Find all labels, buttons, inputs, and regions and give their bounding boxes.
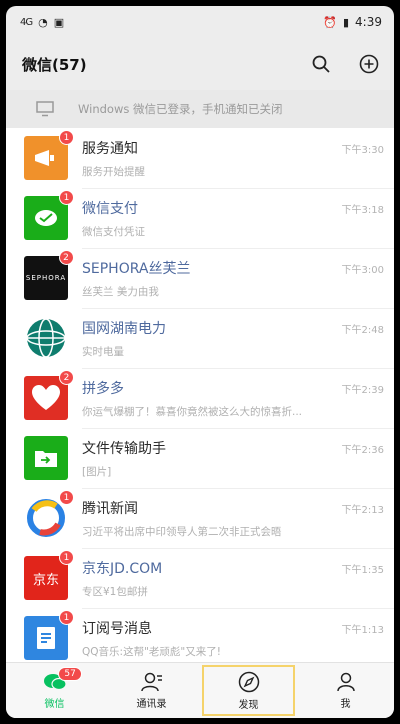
tab-label: 发现 xyxy=(238,699,259,711)
tab-contacts[interactable]: 通讯录 xyxy=(103,663,200,718)
chat-time: 下午3:00 xyxy=(341,264,384,276)
chat-row[interactable]: 国网湖南电力 下午2:48 实时电量 xyxy=(6,308,394,368)
unread-badge: 1 xyxy=(59,190,74,205)
sephora-logo: SEPHORA xyxy=(25,274,67,282)
login-notice[interactable]: Windows 微信已登录，手机通知已关闭 xyxy=(6,90,394,128)
chat-preview: 习近平将出席中印领导人第二次非正式会晤 xyxy=(82,525,282,538)
chat-preview: QQ音乐:这帮"老顽彪"又来了! xyxy=(82,645,221,658)
tab-chats[interactable]: 57 微信 xyxy=(6,663,103,718)
unread-badge: 2 xyxy=(59,250,74,265)
tab-label: 微信 xyxy=(44,698,65,710)
chat-name: 拼多多 xyxy=(82,380,124,397)
unread-badge: 2 xyxy=(59,370,74,385)
avatar xyxy=(24,436,68,480)
monitor-icon xyxy=(36,101,54,117)
phone-screen: 4G ◔ ▣ ⏰ ▮ 4:39 微信(57) Windows 微信已登录，手机通… xyxy=(6,6,394,718)
tencent-news-icon xyxy=(27,499,65,537)
chat-name: 服务通知 xyxy=(82,140,138,157)
chat-name: 腾讯新闻 xyxy=(82,500,138,517)
alarm-icon: ⏰ xyxy=(323,15,337,29)
chat-row[interactable]: 1 微信支付 下午3:18 微信支付凭证 xyxy=(6,188,394,248)
state-grid-logo-icon xyxy=(26,318,66,358)
notification-icon: ▣ xyxy=(53,15,65,29)
unread-badge: 1 xyxy=(59,490,74,505)
avatar: 1 xyxy=(24,490,74,540)
bottom-tab-bar: 57 微信 通讯录 发现 我 xyxy=(6,662,394,718)
tab-unread-badge: 57 xyxy=(58,667,82,681)
chat-row[interactable]: 京东 1 京东JD.COM 下午1:35 专区¥1包邮拼 xyxy=(6,548,394,608)
chat-row[interactable]: 2 拼多多 下午2:39 你运气爆棚了！慕喜你竟然被这么大的惊喜折... xyxy=(6,368,394,428)
wifi-icon: ◔ xyxy=(38,15,48,29)
compass-icon xyxy=(238,671,259,692)
chat-time: 下午3:18 xyxy=(341,204,384,216)
subscription-icon xyxy=(37,627,55,649)
avatar: 京东 1 xyxy=(24,550,74,600)
chat-preview: 服务开始提醒 xyxy=(82,165,145,178)
chat-list: 1 服务通知 下午3:30 服务开始提醒 1 微信支付 下午3:18 微信支付凭证 … xyxy=(6,128,394,668)
chat-name: 文件传输助手 xyxy=(82,440,166,457)
chat-row[interactable]: 1 服务通知 下午3:30 服务开始提醒 xyxy=(6,128,394,188)
plus-circle-icon xyxy=(359,54,379,74)
folder-transfer-icon xyxy=(35,451,57,467)
chat-name: 国网湖南电力 xyxy=(82,320,166,337)
chat-name: 微信支付 xyxy=(82,200,138,217)
avatar: 2 xyxy=(24,370,74,420)
status-time: 4:39 xyxy=(355,15,382,29)
add-button[interactable] xyxy=(358,53,380,75)
unread-badge: 1 xyxy=(59,130,74,145)
tab-label: 通讯录 xyxy=(136,698,167,710)
app-header: 微信(57) xyxy=(6,38,394,90)
chat-name: SEPHORA丝芙兰 xyxy=(82,260,191,277)
contacts-icon xyxy=(140,672,162,691)
wechat-pay-icon xyxy=(35,210,57,226)
chat-preview: [图片] xyxy=(82,465,112,478)
avatar: 1 xyxy=(24,190,74,240)
search-button[interactable] xyxy=(310,53,332,75)
chat-row[interactable]: SEPHORA 2 SEPHORA丝芙兰 下午3:00 丝芙兰 美力由我 xyxy=(6,248,394,308)
avatar: 1 xyxy=(24,610,74,660)
chat-row[interactable]: 1 订阅号消息 下午1:13 QQ音乐:这帮"老顽彪"又来了! xyxy=(6,608,394,668)
notice-text: Windows 微信已登录，手机通知已关闭 xyxy=(78,102,283,116)
chat-time: 下午2:13 xyxy=(341,504,384,516)
chat-preview: 微信支付凭证 xyxy=(82,225,145,238)
avatar xyxy=(24,316,68,360)
avatar: 1 xyxy=(24,130,74,180)
tab-label: 我 xyxy=(340,698,351,710)
chat-preview: 你运气爆棚了！慕喜你竟然被这么大的惊喜折... xyxy=(82,405,303,418)
chat-time: 下午2:36 xyxy=(341,444,384,456)
chat-row[interactable]: 文件传输助手 下午2:36 [图片] xyxy=(6,428,394,488)
signal-icon: 4G xyxy=(20,16,33,28)
chat-preview: 实时电量 xyxy=(82,345,124,358)
person-icon xyxy=(336,672,355,691)
unread-badge: 1 xyxy=(59,550,74,565)
tab-me[interactable]: 我 xyxy=(297,663,394,718)
chat-row[interactable]: 1 腾讯新闻 下午2:13 习近平将出席中印领导人第二次非正式会晤 xyxy=(6,488,394,548)
battery-icon: ▮ xyxy=(342,15,350,29)
chat-preview: 丝芙兰 美力由我 xyxy=(82,285,159,298)
status-bar: 4G ◔ ▣ ⏰ ▮ 4:39 xyxy=(6,6,394,38)
chat-name: 订阅号消息 xyxy=(82,620,152,637)
chat-time: 下午2:48 xyxy=(341,324,384,336)
chat-time: 下午1:35 xyxy=(341,564,384,576)
tab-discover[interactable]: 发现 xyxy=(200,663,297,718)
jd-logo: 京东 xyxy=(32,572,59,588)
page-title: 微信(57) xyxy=(22,55,87,74)
avatar: SEPHORA 2 xyxy=(24,250,74,300)
chat-time: 下午2:39 xyxy=(341,384,384,396)
unread-badge: 1 xyxy=(59,610,74,625)
megaphone-icon xyxy=(35,150,54,166)
chat-preview: 专区¥1包邮拼 xyxy=(82,585,148,598)
chat-name: 京东JD.COM xyxy=(82,560,163,577)
chat-time: 下午1:13 xyxy=(341,624,384,636)
chat-time: 下午3:30 xyxy=(341,144,384,156)
heart-icon xyxy=(32,385,60,410)
search-icon xyxy=(312,55,330,73)
